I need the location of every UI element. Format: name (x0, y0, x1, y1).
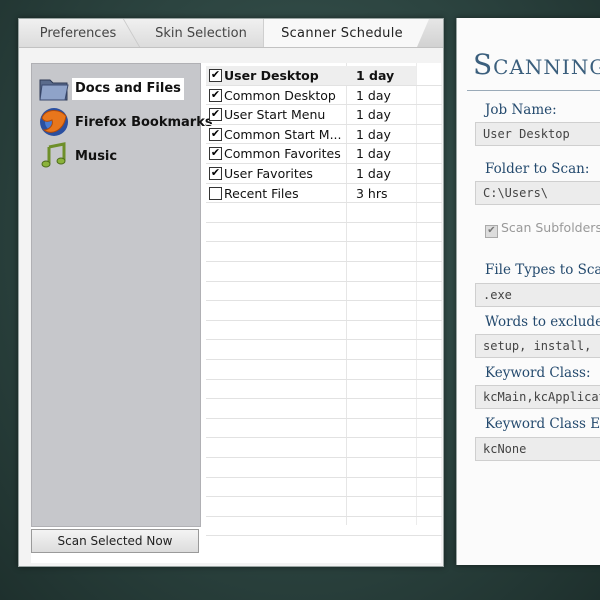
grid-line (206, 379, 442, 380)
grid-line (206, 398, 442, 399)
folder-label: Folder to Scan: (485, 161, 590, 177)
schedule-item-period: 3 hrs (356, 186, 388, 201)
schedule-row[interactable]: ✔ Common Desktop 1 day (206, 86, 416, 105)
words-to-exclude-field[interactable]: setup, install, rem (475, 334, 600, 358)
tab-bar-end (417, 19, 443, 47)
schedule-item-name: User Start Menu (224, 107, 326, 122)
grid-line (206, 496, 442, 497)
source-label: Music (75, 149, 118, 164)
grid-line (206, 457, 442, 458)
grid-line (206, 320, 442, 321)
grid-line (206, 516, 442, 517)
tab-bar: Preferences Skin Selection Scanner Sched… (19, 19, 443, 48)
checkbox[interactable]: ✔ (209, 147, 222, 160)
folder-field[interactable]: C:\Users\ (475, 181, 600, 205)
checkbox[interactable]: ✔ (209, 128, 222, 141)
tab-scanner-schedule[interactable]: Scanner Schedule (263, 19, 421, 47)
schedule-row[interactable]: Recent Files 3 hrs (206, 184, 416, 203)
scan-subfolders-checkbox[interactable]: ✔ Scan Subfolders (485, 220, 600, 238)
keyword-class-field[interactable]: kcMain,kcApplicat (475, 385, 600, 409)
source-label: Firefox Bookmarks (75, 115, 213, 130)
schedule-item-name: Common Favorites (224, 146, 341, 161)
schedule-item-period: 1 day (356, 107, 391, 122)
schedule-row[interactable]: ✔ User Favorites 1 day (206, 164, 416, 183)
grid-line (206, 300, 442, 301)
source-item-docs-and-files[interactable]: Docs and Files (38, 72, 198, 106)
checkbox[interactable]: ✔ (209, 167, 222, 180)
grid-line (206, 418, 442, 419)
keyword-class-label: Keyword Class: (485, 365, 591, 381)
schedule-item-name: Common Start M... (224, 127, 342, 142)
schedule-item-name: User Desktop (224, 68, 319, 83)
schedule-item-period: 1 day (356, 127, 391, 142)
grid-line (206, 281, 442, 282)
source-list: Docs and Files Firefox Bookmarks Music (31, 63, 213, 527)
file-types-label: File Types to Scan (485, 262, 600, 278)
job-details-window: Scanning Job Name: User Desktop Folder t… (456, 18, 600, 565)
checkbox[interactable] (209, 187, 222, 200)
page-title: Scanning (473, 48, 600, 81)
checkbox[interactable]: ✔ (209, 89, 222, 102)
schedule-item-name: Recent Files (224, 186, 299, 201)
file-types-field[interactable]: .exe (475, 283, 600, 307)
tab-preferences[interactable]: Preferences (19, 19, 137, 47)
grid-line (206, 359, 442, 360)
schedule-row[interactable]: ✔ Common Favorites 1 day (206, 144, 416, 163)
source-label: Docs and Files (72, 78, 184, 100)
grid-line (206, 339, 442, 340)
folder-icon (39, 79, 69, 101)
grid-line (206, 222, 442, 223)
column-divider (416, 63, 417, 525)
grid-line (206, 241, 442, 242)
grid-line (206, 437, 442, 438)
job-name-label: Job Name: (485, 102, 557, 118)
source-item-firefox-bookmarks[interactable]: Firefox Bookmarks (38, 106, 213, 140)
checkbox[interactable]: ✔ (209, 69, 222, 82)
job-name-field[interactable]: User Desktop (475, 122, 600, 146)
grid-line (206, 477, 442, 478)
checkbox-icon: ✔ (485, 225, 498, 238)
grid-line (206, 535, 442, 536)
schedule-item-period: 1 day (356, 146, 391, 161)
schedule-item-period: 1 day (356, 166, 391, 181)
grid-line (206, 261, 442, 262)
scan-subfolders-label: Scan Subfolders (501, 220, 600, 235)
source-item-music[interactable]: Music (38, 140, 198, 174)
schedule-item-name: Common Desktop (224, 88, 336, 103)
schedule-item-period: 1 day (356, 68, 395, 83)
firefox-icon (40, 108, 68, 136)
words-to-exclude-label: Words to exclude: (485, 314, 600, 330)
scanner-window: Preferences Skin Selection Scanner Sched… (18, 18, 444, 567)
keyword-class-exp-label: Keyword Class Exp (485, 416, 600, 432)
music-note-icon (41, 142, 66, 168)
schedule-list: ✔ User Desktop 1 day ✔ Common Desktop 1 day ✔ U… (206, 63, 442, 536)
keyword-class-exp-field[interactable]: kcNone (475, 437, 600, 461)
schedule-row[interactable]: ✔ Common Start M... 1 day (206, 125, 416, 144)
checkbox[interactable]: ✔ (209, 108, 222, 121)
schedule-row[interactable]: ✔ User Desktop 1 day (206, 66, 416, 85)
schedule-row[interactable]: ✔ User Start Menu 1 day (206, 105, 416, 124)
scan-selected-now-button[interactable]: Scan Selected Now (31, 529, 199, 553)
schedule-panel: Docs and Files Firefox Bookmarks Music S… (31, 63, 442, 563)
tab-skin-selection[interactable]: Skin Selection (137, 19, 265, 47)
title-divider (467, 90, 600, 91)
schedule-item-period: 1 day (356, 88, 391, 103)
schedule-item-name: User Favorites (224, 166, 313, 181)
